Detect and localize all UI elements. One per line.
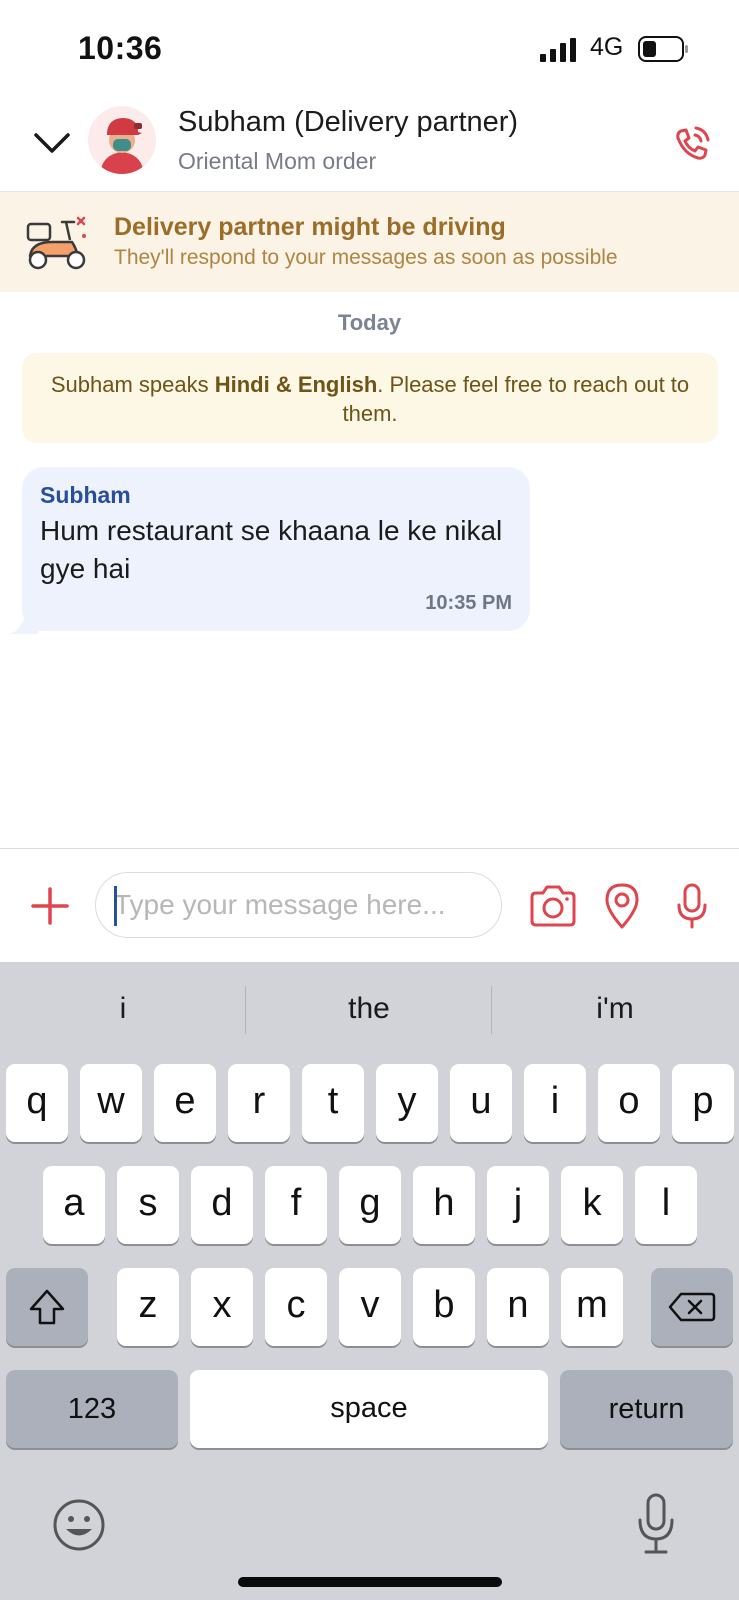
key-f[interactable]: f	[265, 1166, 327, 1244]
language-note-languages: Hindi & English	[214, 372, 378, 397]
key-e[interactable]: e	[154, 1064, 216, 1142]
microphone-icon[interactable]	[676, 882, 708, 930]
key-c[interactable]: c	[265, 1268, 327, 1346]
key-j[interactable]: j	[487, 1166, 549, 1244]
key-d[interactable]: d	[191, 1166, 253, 1244]
suggestion-divider	[245, 986, 246, 1034]
suggestion-divider	[491, 986, 492, 1034]
phone-call-icon[interactable]	[672, 124, 712, 164]
key-l[interactable]: l	[635, 1166, 697, 1244]
return-key[interactable]: return	[560, 1370, 733, 1448]
dictation-mic-icon[interactable]	[636, 1492, 676, 1556]
key-s[interactable]: s	[117, 1166, 179, 1244]
suggestion-2[interactable]: the	[249, 992, 489, 1026]
key-q[interactable]: q	[6, 1064, 68, 1142]
shift-icon	[29, 1289, 65, 1325]
text-cursor	[114, 886, 117, 926]
banner-subtitle: They'll respond to your messages as soon…	[114, 246, 618, 269]
driving-banner	[0, 192, 739, 292]
avatar	[88, 106, 156, 174]
key-z[interactable]: z	[117, 1268, 179, 1346]
message-sender: Subham	[40, 482, 131, 508]
language-note-text: Subham speaks Hindi & English. Please fe…	[50, 370, 690, 428]
key-g[interactable]: g	[339, 1166, 401, 1244]
numbers-key[interactable]: 123	[6, 1370, 178, 1448]
key-m[interactable]: m	[561, 1268, 623, 1346]
key-w[interactable]: w	[80, 1064, 142, 1142]
chat-partner-name: Subham (Delivery partner)	[178, 106, 519, 138]
status-time: 10:36	[78, 30, 163, 66]
home-indicator[interactable]	[238, 1577, 502, 1587]
key-n[interactable]: n	[487, 1268, 549, 1346]
suggestion-1[interactable]: i	[3, 992, 243, 1026]
emoji-icon[interactable]	[52, 1498, 106, 1552]
composer-divider	[0, 848, 739, 849]
language-note-suffix: . Please feel free to reach out to them.	[342, 372, 690, 426]
key-t[interactable]: t	[302, 1064, 364, 1142]
location-pin-icon[interactable]	[604, 882, 640, 930]
backspace-key[interactable]	[651, 1268, 733, 1346]
plus-icon[interactable]	[30, 886, 70, 926]
key-b[interactable]: b	[413, 1268, 475, 1346]
key-k[interactable]: k	[561, 1166, 623, 1244]
key-r[interactable]: r	[228, 1064, 290, 1142]
camera-icon[interactable]	[528, 884, 578, 928]
delivery-partner-icon	[100, 118, 144, 174]
language-note-prefix: Subham speaks	[50, 372, 215, 397]
message-input[interactable]	[114, 881, 484, 929]
date-separator: Today	[337, 310, 402, 335]
battery-icon	[638, 36, 688, 62]
key-a[interactable]: a	[43, 1166, 105, 1244]
order-name: Oriental Mom order	[178, 148, 377, 174]
chevron-down-icon[interactable]	[30, 125, 74, 159]
key-x[interactable]: x	[191, 1268, 253, 1346]
backspace-icon	[668, 1292, 716, 1322]
message-input-container[interactable]	[95, 872, 502, 938]
scooter-icon	[26, 216, 86, 270]
key-o[interactable]: o	[598, 1064, 660, 1142]
banner-title: Delivery partner might be driving	[114, 213, 506, 241]
message-text: Hum restaurant se khaana le ke nikal gye…	[40, 515, 503, 584]
cellular-signal-icon	[540, 38, 576, 62]
shift-key[interactable]	[6, 1268, 88, 1346]
key-i[interactable]: i	[524, 1064, 586, 1142]
network-type: 4G	[590, 33, 624, 61]
key-v[interactable]: v	[339, 1268, 401, 1346]
key-h[interactable]: h	[413, 1166, 475, 1244]
key-u[interactable]: u	[450, 1064, 512, 1142]
key-p[interactable]: p	[672, 1064, 734, 1142]
space-key[interactable]: space	[190, 1370, 548, 1448]
key-y[interactable]: y	[376, 1064, 438, 1142]
suggestion-3[interactable]: i'm	[495, 992, 735, 1026]
message-time: 10:35 PM	[425, 592, 512, 614]
